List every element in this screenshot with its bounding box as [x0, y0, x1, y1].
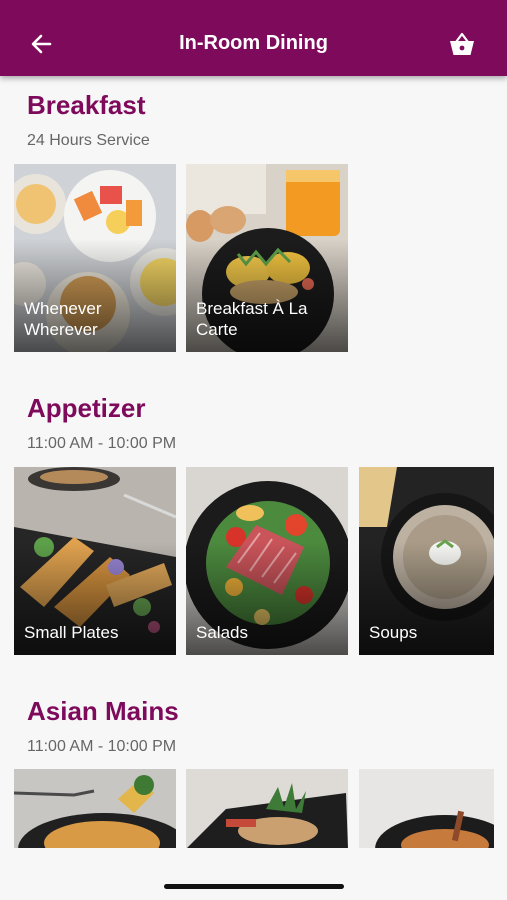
app-bar: In-Room Dining [0, 0, 507, 76]
page-title: In-Room Dining [179, 32, 328, 54]
menu-card-salads[interactable]: Salads [186, 467, 348, 655]
section-title-breakfast: Breakfast [27, 90, 146, 120]
menu-card-label: Salads [196, 623, 248, 642]
asian-dish-photo [14, 769, 176, 849]
section-subtitle-appetizer: 11:00 AM - 10:00 PM [27, 435, 177, 452]
menu-card-asian-mains-1[interactable] [14, 769, 176, 849]
asian-dish-photo [359, 769, 494, 849]
menu-card-asian-mains-3[interactable] [359, 769, 494, 849]
menu-card-soups[interactable]: Soups [359, 467, 494, 655]
menu-card-whenever-wherever[interactable]: Whenever Wherever [14, 164, 176, 352]
bottom-safe-area [0, 848, 507, 900]
home-indicator[interactable] [164, 884, 344, 889]
menu-card-label: Whenever Wherever [24, 299, 102, 339]
section-title-asian-mains: Asian Mains [27, 696, 179, 726]
menu-card-small-plates[interactable]: Small Plates [14, 467, 176, 655]
asian-dish-photo [186, 769, 348, 849]
menu-card-breakfast-a-la-carte[interactable]: Breakfast À La Carte [186, 164, 348, 352]
menu-card-label: Small Plates [24, 623, 119, 642]
basket-icon [450, 32, 474, 55]
menu-card-label: Breakfast À La Carte [196, 299, 308, 339]
section-title-appetizer: Appetizer [27, 393, 146, 423]
menu-card-asian-mains-2[interactable] [186, 769, 348, 849]
section-subtitle-breakfast: 24 Hours Service [27, 132, 150, 149]
cart-button[interactable] [446, 30, 478, 60]
section-subtitle-asian-mains: 11:00 AM - 10:00 PM [27, 738, 177, 755]
menu-card-label: Soups [369, 623, 418, 642]
